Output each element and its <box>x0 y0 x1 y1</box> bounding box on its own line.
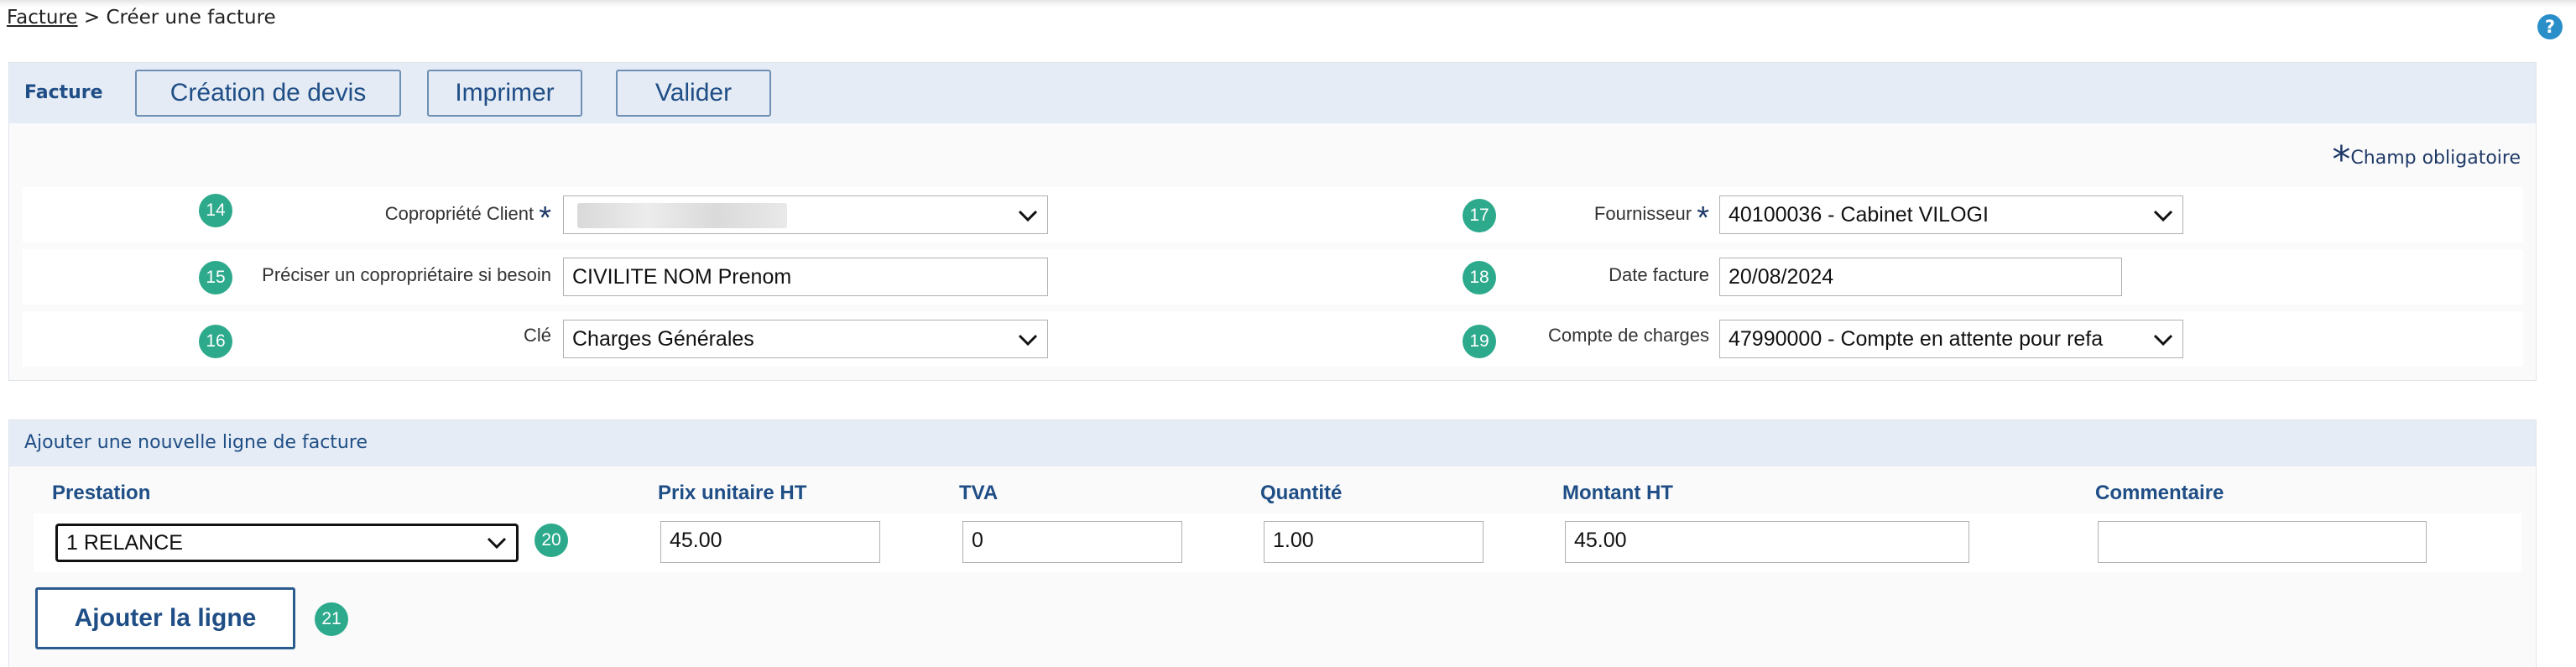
step-badge-14: 14 <box>199 194 232 227</box>
required-star: * <box>539 201 551 236</box>
fournisseur-select[interactable]: 40100036 - Cabinet VILOGI <box>1719 195 2183 234</box>
column-header-prix: Prix unitaire HT <box>658 482 807 504</box>
coproprietaire-input[interactable]: CIVILITE NOM Prenom <box>563 258 1048 296</box>
form-row-2: 15 Préciser un copropriétaire si besoin … <box>23 249 2523 305</box>
coproprietaire-label: Préciser un copropriétaire si besoin <box>262 264 551 285</box>
step-badge-15: 15 <box>199 261 232 294</box>
breadcrumb-link-facture[interactable]: Facture <box>7 7 78 29</box>
form-row-1: 14 Copropriété Client * 17 Fournisseur *… <box>23 187 2523 242</box>
step-badge-17: 17 <box>1463 199 1496 232</box>
copropriete-select[interactable] <box>563 195 1048 234</box>
required-field-note: *Champ obligatoire <box>2332 138 2521 181</box>
column-header-commentaire: Commentaire <box>2095 482 2224 504</box>
cle-value: Charges Générales <box>572 327 754 351</box>
date-input[interactable]: 20/08/2024 <box>1719 258 2122 296</box>
print-button[interactable]: Imprimer <box>427 70 582 117</box>
step-badge-18: 18 <box>1463 261 1496 294</box>
copropriete-label: Copropriété Client * <box>258 201 551 237</box>
montant-input[interactable]: 45.00 <box>1565 521 1969 563</box>
step-badge-21: 21 <box>315 602 348 636</box>
prestation-select[interactable]: 1 RELANCE <box>55 524 519 562</box>
invoice-line-panel-title: Ajouter une nouvelle ligne de facture <box>24 432 368 453</box>
prix-input[interactable]: 45.00 <box>660 521 880 563</box>
create-quote-button[interactable]: Création de devis <box>135 70 401 117</box>
prestation-value: 1 RELANCE <box>66 531 183 555</box>
chevron-down-icon <box>2153 210 2173 222</box>
chevron-down-icon <box>1018 210 1038 222</box>
quantite-input[interactable]: 1.00 <box>1264 521 1484 563</box>
column-header-prestation: Prestation <box>52 482 151 504</box>
column-header-tva: TVA <box>959 482 999 504</box>
column-header-montant: Montant HT <box>1562 482 1673 504</box>
invoice-panel: Facture Création de devis Imprimer Valid… <box>8 62 2537 381</box>
required-star: * <box>2332 138 2351 181</box>
required-star: * <box>1697 201 1709 236</box>
invoice-panel-title: Facture <box>24 82 103 103</box>
invoice-panel-header: Facture Création de devis Imprimer Valid… <box>9 63 2536 123</box>
compte-value: 47990000 - Compte en attente pour refa <box>1729 327 2104 351</box>
copropriete-label-text: Copropriété Client <box>384 203 534 224</box>
step-badge-19: 19 <box>1463 325 1496 358</box>
required-note-text: Champ obligatoire <box>2350 148 2521 169</box>
date-label: Date facture <box>1609 264 1709 285</box>
cle-select[interactable]: Charges Générales <box>563 320 1048 358</box>
help-icon[interactable]: ? <box>2537 14 2563 39</box>
cle-label: Clé <box>523 325 551 346</box>
column-header-quantite: Quantité <box>1260 482 1343 504</box>
commentaire-input[interactable] <box>2098 521 2427 563</box>
form-row-3: 16 Clé Charges Générales 19 Compte de ch… <box>23 311 2523 367</box>
fournisseur-value: 40100036 - Cabinet VILOGI <box>1729 203 1989 227</box>
step-badge-16: 16 <box>199 325 232 358</box>
breadcrumb-current: Créer une facture <box>106 7 276 29</box>
chevron-down-icon <box>2153 334 2173 347</box>
validate-button[interactable]: Valider <box>616 70 771 117</box>
add-line-button[interactable]: Ajouter la ligne <box>35 587 295 649</box>
breadcrumb-separator: > <box>83 7 101 29</box>
top-shadow <box>0 0 2576 7</box>
chevron-down-icon <box>1018 334 1038 347</box>
fournisseur-label-text: Fournisseur <box>1593 203 1692 224</box>
invoice-line-row: 1 RELANCE 20 45.00 0 1.00 45.00 <box>34 513 2521 572</box>
chevron-down-icon <box>487 537 507 550</box>
fournisseur-label: Fournisseur * <box>1516 201 1709 237</box>
step-badge-20: 20 <box>534 524 568 557</box>
compte-label: Compte de charges <box>1548 325 1709 346</box>
breadcrumb: Facture > Créer une facture <box>7 7 276 29</box>
compte-select[interactable]: 47990000 - Compte en attente pour refa <box>1719 320 2183 358</box>
tva-input[interactable]: 0 <box>962 521 1182 563</box>
invoice-line-panel-header: Ajouter une nouvelle ligne de facture <box>9 420 2536 466</box>
redacted-value <box>577 203 787 228</box>
